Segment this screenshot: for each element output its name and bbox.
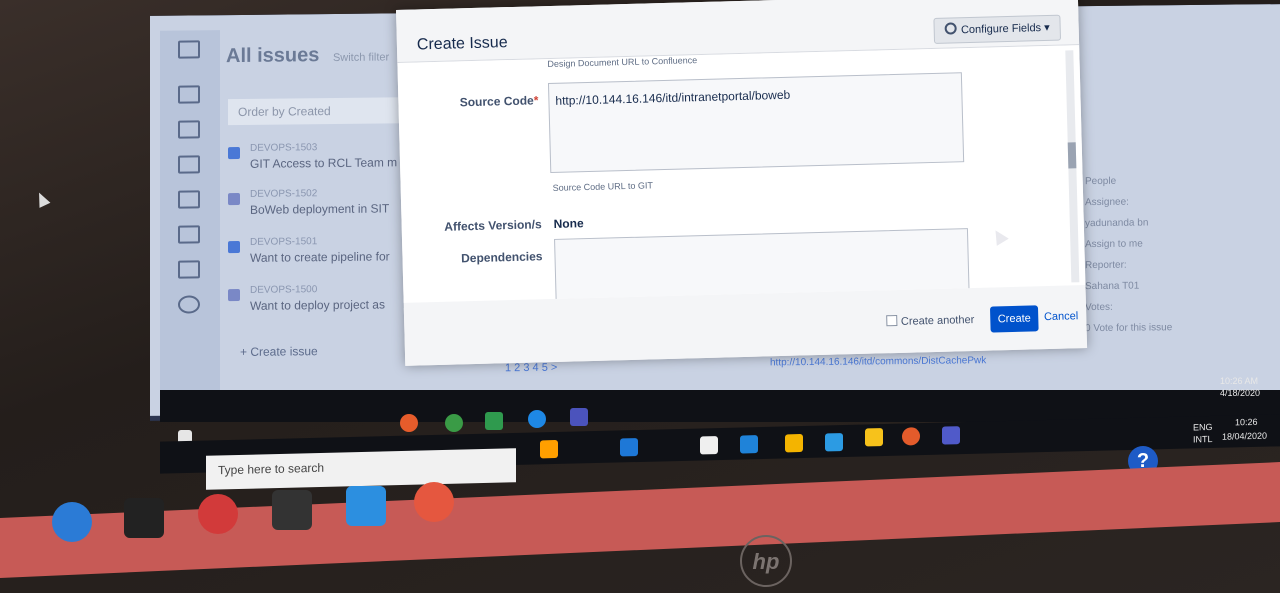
teams-icon[interactable] <box>570 408 588 426</box>
chevron-down-icon: ▾ <box>1044 21 1050 35</box>
task-icon <box>228 288 240 302</box>
search-placeholder: Type here to search <box>218 460 325 478</box>
gear-icon <box>944 22 958 35</box>
issue-key: DEVOPS-1500 <box>250 284 318 296</box>
webcam-icon[interactable] <box>124 498 164 538</box>
dependencies-label: Dependencies <box>460 249 543 266</box>
vscode-icon[interactable] <box>825 432 843 452</box>
create-button[interactable]: Create <box>989 305 1039 333</box>
votes-label: Votes: <box>1085 301 1113 314</box>
pagination[interactable]: 1 2 3 4 5 > <box>505 362 557 375</box>
task-icon <box>228 240 240 254</box>
page-title: All issues Switch filter <box>226 43 389 68</box>
configure-fields-button[interactable]: Configure Fields ▾ <box>933 14 1062 44</box>
tray-clock[interactable]: 10:26 <box>1235 417 1258 428</box>
text-cursor-icon <box>989 226 1009 246</box>
create-another-label: Create another <box>900 313 975 328</box>
dialog-body[interactable]: Design Document URL to Confluence Source… <box>397 45 1086 303</box>
puzzle-icon[interactable] <box>178 225 200 244</box>
sublime-icon[interactable] <box>272 490 312 530</box>
eclipse-icon[interactable] <box>445 414 463 432</box>
source-code-field[interactable]: http://10.144.16.146/itd/intranetportal/… <box>547 72 965 174</box>
explorer-icon[interactable] <box>785 433 803 453</box>
issue-key: DEVOPS-1501 <box>250 236 318 248</box>
dependencies-field[interactable] <box>554 228 970 303</box>
page-title-text: All issues <box>226 44 320 68</box>
vote-row: 0 Vote for this issue <box>1085 321 1265 334</box>
settings-icon[interactable] <box>178 295 200 314</box>
assignee-label: Assignee: <box>1085 196 1129 209</box>
teams-local-icon[interactable] <box>942 426 960 445</box>
tray-time: 10:26 AM <box>1220 376 1259 386</box>
cancel-link[interactable]: Cancel <box>1044 310 1079 323</box>
affects-version-value[interactable]: None <box>553 216 583 231</box>
people-heading: People <box>1085 175 1117 188</box>
sticky-notes-icon[interactable] <box>865 428 883 447</box>
folder-icon[interactable] <box>540 439 558 459</box>
jira-logo-icon[interactable] <box>178 40 200 59</box>
issue-key: DEVOPS-1502 <box>250 188 318 200</box>
ship-icon[interactable] <box>178 120 200 139</box>
vote-link[interactable]: Vote for this issue <box>1093 322 1172 334</box>
required-icon: * <box>533 93 539 108</box>
remote-taskbar: 10:26 AM 4/18/2020 <box>160 376 1280 444</box>
edge-icon[interactable] <box>620 438 638 457</box>
assign-to-me-link[interactable]: Assign to me <box>1085 237 1265 251</box>
create-another-checkbox[interactable]: Create another <box>885 313 975 328</box>
create-issue-link[interactable]: + Create issue <box>240 344 318 359</box>
skype-icon[interactable] <box>528 410 546 428</box>
configure-fields-label: Configure Fields <box>960 22 1042 37</box>
store-icon[interactable] <box>700 436 718 455</box>
mail-icon[interactable] <box>740 435 758 454</box>
board-icon[interactable] <box>178 85 200 104</box>
checkbox-icon <box>885 314 898 327</box>
excel-icon[interactable] <box>485 412 503 430</box>
status-url[interactable]: http://10.144.16.146/itd/commons/DistCac… <box>770 355 986 368</box>
chrome-laptop-icon[interactable] <box>414 482 454 522</box>
issue-title: BoWeb deployment in SIT <box>250 201 390 217</box>
reporter-name[interactable]: Sahana T01 <box>1085 279 1265 293</box>
issue-title: Want to create pipeline for <box>250 249 390 265</box>
chrome-local-icon[interactable] <box>902 427 920 446</box>
people-panel: People Assignee: yadunanda bn Assign to … <box>1085 174 1265 344</box>
hp-logo-icon: hp <box>740 535 792 587</box>
issue-title: Want to deploy project as <box>250 297 385 313</box>
source-code-label: Source Code* <box>408 93 539 110</box>
reporter-label: Reporter: <box>1085 259 1127 272</box>
task-icon <box>228 146 240 160</box>
vscode-laptop-icon[interactable] <box>346 486 386 526</box>
jira-sidebar: » <box>160 30 220 411</box>
tray-layout[interactable]: INTL <box>1193 434 1213 444</box>
switch-filter-link[interactable]: Switch filter <box>333 51 389 64</box>
assignee-name[interactable]: yadunanda bn <box>1085 216 1265 229</box>
issue-title: GIT Access to RCL Team m <box>250 155 398 171</box>
reports-icon[interactable] <box>178 155 200 174</box>
source-code-helper: Source Code URL to GIT <box>552 180 654 193</box>
scrollbar-thumb[interactable] <box>1067 142 1077 169</box>
ie-icon[interactable] <box>52 502 92 542</box>
dialog-title: Create Issue <box>416 34 508 54</box>
tray-language[interactable]: ENG <box>1193 422 1213 432</box>
task-icon <box>228 192 240 206</box>
monitor-icon[interactable] <box>178 190 200 209</box>
source-code-label-text: Source Code <box>459 93 534 110</box>
issue-key: DEVOPS-1503 <box>250 142 318 154</box>
feather-icon[interactable] <box>178 260 200 279</box>
affects-version-label: Affects Version/s <box>444 217 542 234</box>
chrome-icon[interactable] <box>400 414 418 432</box>
create-issue-dialog: Create Issue Configure Fields ▾ Design D… <box>396 0 1088 366</box>
tray-date-local[interactable]: 18/04/2020 <box>1222 431 1267 442</box>
hp-app-icon[interactable] <box>198 494 238 534</box>
tray-date: 4/18/2020 <box>1220 388 1261 398</box>
